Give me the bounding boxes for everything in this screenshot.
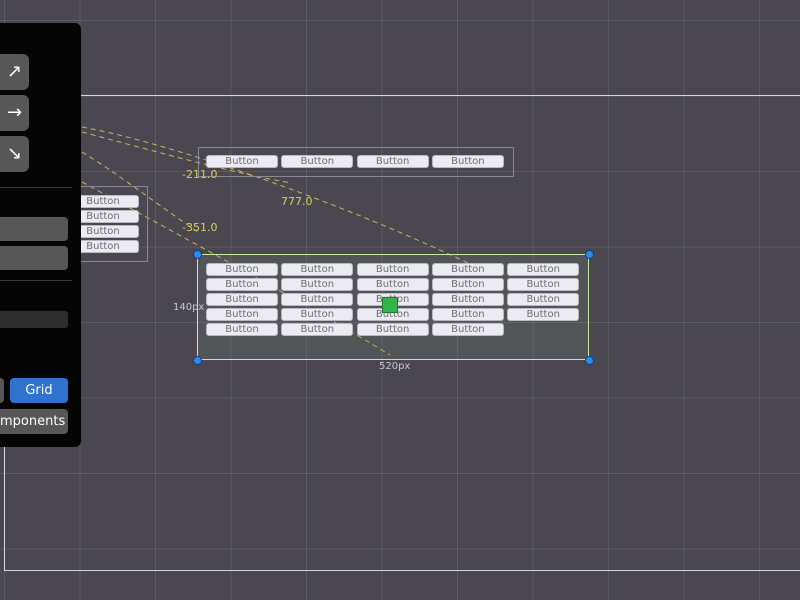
canvas-button[interactable]: Button bbox=[431, 155, 504, 168]
arrow-down-right-icon[interactable]: ↘ bbox=[0, 136, 29, 172]
canvas-button[interactable]: Button bbox=[206, 155, 278, 168]
canvas-button[interactable]: Button bbox=[356, 155, 429, 168]
layout-option-button[interactable] bbox=[0, 378, 4, 403]
panel-divider bbox=[0, 280, 72, 281]
distance-label: -351.0 bbox=[182, 221, 218, 234]
canvas-button[interactable]: Button bbox=[281, 155, 354, 168]
move-handle-icon[interactable] bbox=[382, 297, 398, 313]
canvas-button[interactable]: Button bbox=[431, 323, 504, 336]
resize-handle-bottom-left[interactable] bbox=[193, 356, 202, 365]
canvas-button[interactable]: Button bbox=[507, 278, 580, 291]
canvas-button[interactable]: Button bbox=[281, 278, 354, 291]
canvas-button[interactable]: Button bbox=[507, 293, 580, 306]
canvas-button[interactable]: Button bbox=[281, 323, 354, 336]
canvas-button[interactable]: Button bbox=[206, 293, 278, 306]
arrow-right-icon[interactable]: → bbox=[0, 95, 29, 131]
canvas-button[interactable]: Button bbox=[507, 308, 580, 321]
canvas-button[interactable]: Button bbox=[356, 323, 429, 336]
resize-handle-top-right[interactable] bbox=[585, 250, 594, 259]
canvas-button[interactable]: Button bbox=[281, 263, 354, 276]
canvas-button[interactable]: Button bbox=[281, 308, 354, 321]
resize-handle-top-left[interactable] bbox=[193, 250, 202, 259]
canvas-button[interactable]: Button bbox=[507, 263, 580, 276]
width-label: 520px bbox=[379, 361, 411, 372]
canvas-button[interactable]: Button bbox=[431, 278, 504, 291]
panel-field[interactable] bbox=[0, 217, 68, 241]
canvas-button[interactable]: Button bbox=[206, 308, 278, 321]
canvas-button[interactable]: Button bbox=[431, 308, 504, 321]
distance-label: -211.0 bbox=[182, 168, 218, 181]
canvas-button[interactable]: Button bbox=[281, 293, 354, 306]
arrow-up-right-icon[interactable]: ↗ bbox=[0, 54, 29, 90]
canvas-button[interactable]: Button bbox=[431, 263, 504, 276]
panel-field[interactable] bbox=[0, 246, 68, 270]
height-label: 140px bbox=[173, 302, 205, 313]
canvas-button[interactable]: Button bbox=[206, 278, 278, 291]
panel-field-dark[interactable] bbox=[0, 311, 68, 328]
canvas-button[interactable]: Button bbox=[356, 278, 429, 291]
components-button[interactable]: mponents bbox=[0, 409, 68, 434]
distance-label: 777.0 bbox=[281, 195, 313, 208]
resize-handle-bottom-right[interactable] bbox=[585, 356, 594, 365]
panel-divider bbox=[0, 187, 72, 188]
canvas-button[interactable]: Button bbox=[431, 293, 504, 306]
canvas-button[interactable]: Button bbox=[356, 263, 429, 276]
canvas-button[interactable]: Button bbox=[206, 263, 278, 276]
canvas-button[interactable]: Button bbox=[206, 323, 278, 336]
grid-button[interactable]: Grid bbox=[10, 378, 68, 403]
